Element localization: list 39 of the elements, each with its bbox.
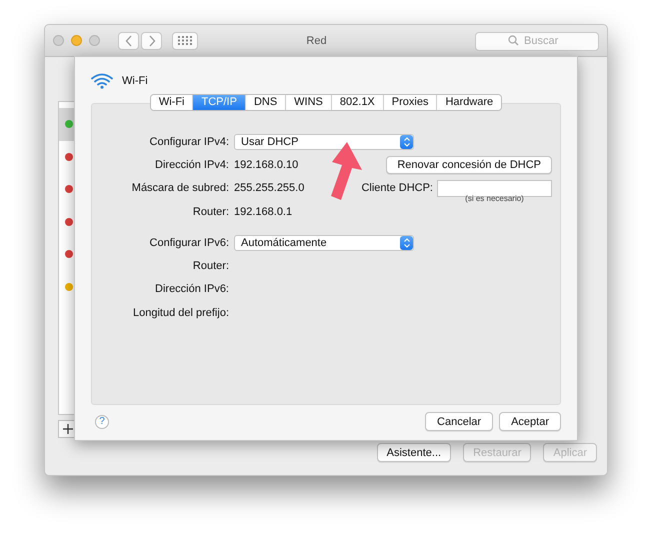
chevron-left-icon: [124, 34, 132, 46]
field-label: Dirección IPv4:: [154, 158, 229, 171]
dialog-button[interactable]: Aceptar: [499, 412, 561, 431]
stepper-icon: [400, 134, 413, 149]
minimize-button[interactable]: [71, 35, 82, 46]
show-all-button[interactable]: [172, 32, 198, 50]
plus-icon: [63, 424, 73, 434]
field-label: Longitud del prefijo:: [132, 306, 229, 319]
field-label: Dirección IPv6:: [154, 283, 229, 296]
zoom-button[interactable]: [89, 35, 100, 46]
field-value: 255.255.255.0: [234, 182, 306, 194]
hint-text: (si es necesario): [464, 194, 525, 203]
close-button[interactable]: [53, 35, 64, 46]
field-label: Configurar IPv4:: [148, 136, 229, 148]
grid-icon: [178, 36, 192, 45]
forward-button[interactable]: [141, 32, 162, 50]
wifi-icon: [91, 73, 113, 89]
window-title: Red: [305, 34, 328, 46]
field-label: Máscara de subred:: [130, 182, 229, 194]
search-field[interactable]: Buscar: [475, 32, 599, 50]
help-button[interactable]: ?: [95, 414, 109, 428]
field-label: Router:: [192, 206, 229, 218]
field-label: Cliente DHCP:: [361, 182, 433, 194]
search-icon: [508, 35, 519, 46]
stepper-icon: [400, 236, 413, 250]
tab[interactable]: Wi-Fi: [150, 95, 194, 110]
field-value: 192.168.0.10: [234, 158, 300, 171]
field-label: Configurar IPv6:: [148, 236, 229, 249]
interface-name: Wi-Fi: [122, 75, 148, 87]
chevron-right-icon: [148, 34, 156, 46]
dialog-button[interactable]: Cancelar: [425, 412, 494, 431]
renew-dhcp-button[interactable]: Renovar concesión de DHCP: [386, 156, 552, 174]
field-label: Router:: [192, 260, 229, 272]
dropdown[interactable]: Usar DHCP: [234, 134, 414, 150]
window-action-button[interactable]: Asistente...: [376, 443, 452, 462]
back-button[interactable]: [118, 32, 139, 50]
field-value: 192.168.0.1: [234, 206, 294, 218]
dhcp-client-field[interactable]: [437, 180, 552, 197]
dropdown[interactable]: Automáticamente: [234, 234, 414, 251]
